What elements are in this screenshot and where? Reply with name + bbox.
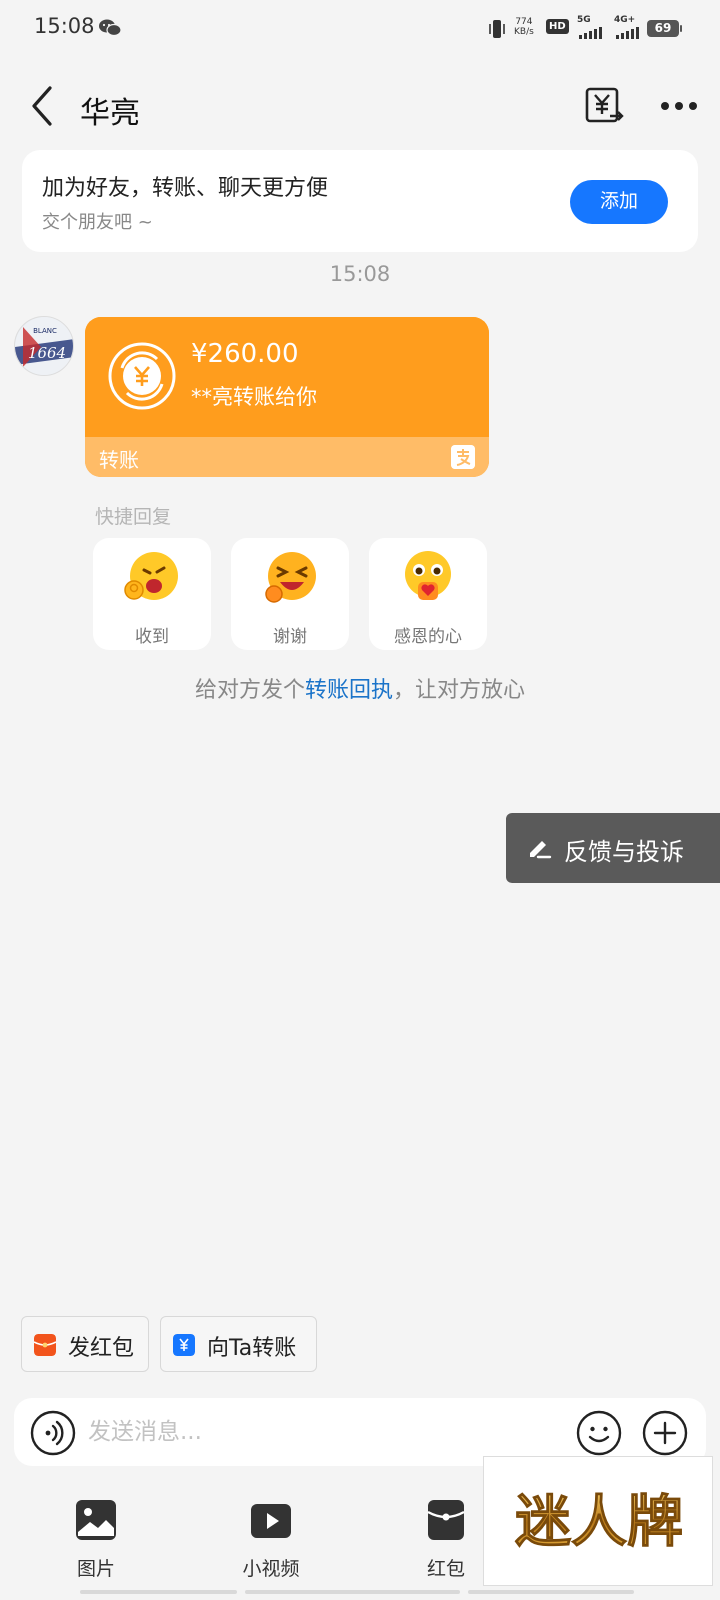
transfer-receipt-icon[interactable] [584, 86, 624, 126]
quick-reply-received[interactable]: 收到 [93, 538, 211, 650]
message-input[interactable] [88, 1412, 558, 1452]
quick-reply-label: 感恩的心 [394, 627, 462, 647]
net-speed-unit: KB/s [514, 27, 534, 37]
image-icon [76, 1500, 116, 1540]
toolbar-image[interactable]: 图片 [36, 1498, 156, 1588]
grateful-emoji-icon [405, 551, 451, 600]
receipt-hint: 给对方发个转账回执，让对方放心 [0, 672, 720, 704]
toolbar-video-label: 小视频 [242, 1558, 300, 1580]
ok-emoji-icon [124, 552, 178, 600]
red-packet-icon [427, 1500, 465, 1540]
plus-icon[interactable] [642, 1410, 688, 1456]
transfer-footer: 转账 [85, 437, 489, 477]
voice-icon[interactable] [30, 1410, 76, 1456]
laughing-emoji-icon [265, 552, 316, 603]
add-friend-card: 加为好友，转账、聊天更方便 交个朋友吧 ~ 添加 [22, 150, 698, 252]
add-friend-button[interactable]: 添加 [570, 180, 668, 224]
quick-reply-grateful[interactable]: 感恩的心 [369, 538, 487, 650]
feedback-button[interactable]: 反馈与投诉 [506, 813, 720, 883]
transfer-receipt-link[interactable]: 转账回执 [305, 678, 393, 703]
alipay-icon [451, 445, 475, 469]
scroll-indicator [245, 1590, 460, 1594]
watermark-text: 迷人牌 [515, 1490, 683, 1555]
more-icon[interactable] [660, 96, 698, 116]
net-speed-value: 774 [515, 17, 533, 27]
toolbar-video[interactable]: 小视频 [211, 1498, 331, 1588]
quick-reply-thanks[interactable]: 谢谢 [231, 538, 349, 650]
red-packet-icon [34, 1334, 56, 1356]
back-button[interactable] [26, 84, 60, 128]
transfer-description: **亮转账给你 [191, 385, 317, 409]
receipt-hint-suffix: ，让对方放心 [393, 678, 526, 703]
avatar[interactable]: BLANC 1664 [14, 316, 74, 376]
vibrate-icon [489, 20, 505, 38]
quick-reply-title: 快捷回复 [95, 506, 172, 528]
add-friend-title: 加为好友，转账、聊天更方便 [42, 176, 329, 201]
signal-4g-label: 4G+ [614, 15, 636, 25]
watermark-image: 迷人牌 [515, 1490, 684, 1556]
feedback-label: 反馈与投诉 [564, 838, 684, 866]
transfer-message[interactable]: ¥260.00 **亮转账给你 转账 [85, 317, 489, 477]
wechat-icon [99, 19, 122, 37]
emoji-icon[interactable] [576, 1410, 622, 1456]
avatar-image: BLANC 1664 [15, 317, 73, 375]
net-speed: 774 KB/s [514, 17, 534, 37]
transfer-to-ta-chip[interactable]: 向Ta转账 [160, 1316, 317, 1372]
signal-4g-icon: 4G+ [614, 15, 642, 41]
send-red-packet-chip[interactable]: 发红包 [21, 1316, 149, 1372]
toolbar-image-label: 图片 [76, 1558, 115, 1580]
transfer-label: 转账 [99, 448, 139, 472]
video-icon [251, 1504, 291, 1538]
edit-icon [530, 841, 552, 859]
receipt-hint-prefix: 给对方发个 [194, 678, 305, 703]
watermark-logo: 迷人牌 [483, 1456, 713, 1586]
quick-reply-label: 谢谢 [273, 627, 307, 647]
signal-5g-icon: 5G [577, 15, 605, 41]
transfer-yen-icon [173, 1334, 195, 1356]
transfer-coin-icon [108, 342, 176, 410]
battery-icon: 69 [647, 20, 682, 37]
message-timestamp: 15:08 [329, 262, 391, 286]
signal-5g-label: 5G [577, 15, 591, 25]
hd-icon: HD [546, 19, 569, 34]
status-time: 15:08 [34, 14, 95, 38]
scroll-indicator [80, 1590, 237, 1594]
scroll-indicator [468, 1590, 634, 1594]
transfer-main: ¥260.00 **亮转账给你 [85, 317, 489, 437]
quick-reply-label: 收到 [135, 627, 169, 647]
page-title: 华亮 [80, 96, 140, 131]
send-red-packet-label: 发红包 [68, 1336, 135, 1361]
avatar-text-main: 1664 [28, 344, 66, 362]
avatar-text-top: BLANC [33, 327, 57, 335]
transfer-amount: ¥260.00 [191, 339, 299, 369]
transfer-to-ta-label: 向Ta转账 [207, 1336, 297, 1361]
add-friend-subtitle: 交个朋友吧 ~ [42, 212, 153, 233]
status-bar: 15:08 774 KB/s HD 5G 4G+ 69 [0, 0, 720, 60]
